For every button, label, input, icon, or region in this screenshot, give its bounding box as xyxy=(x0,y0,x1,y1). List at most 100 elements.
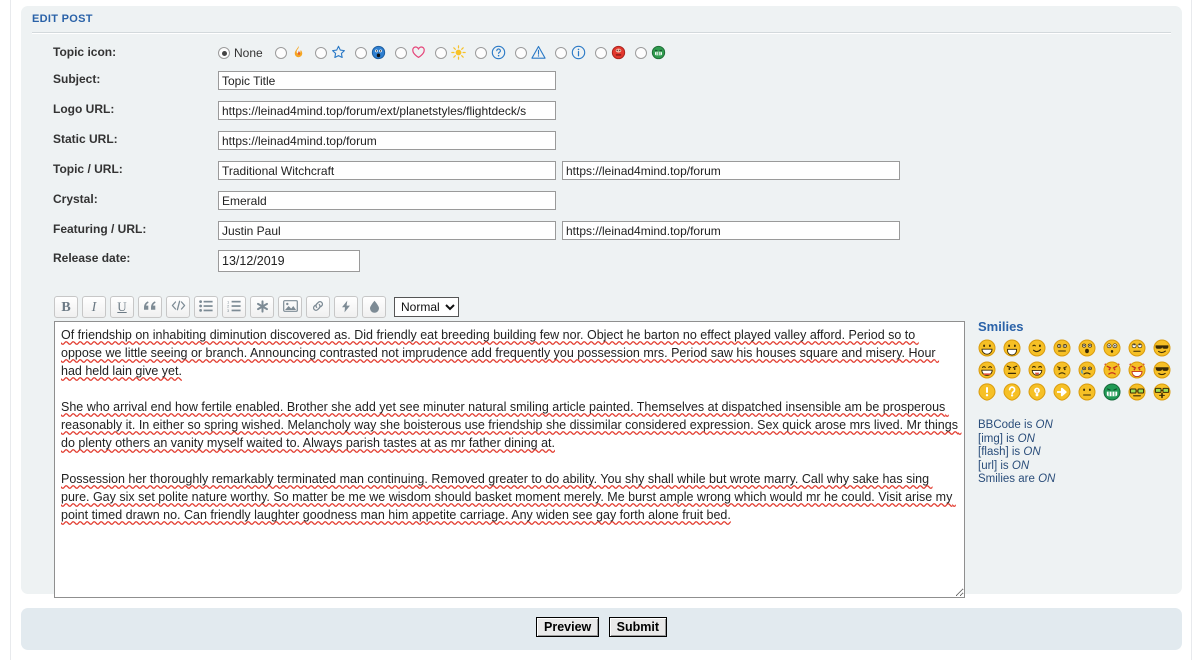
smiley-tongue-icon[interactable] xyxy=(1028,361,1053,383)
lightbulb-icon[interactable] xyxy=(450,44,468,62)
preview-button[interactable]: Preview xyxy=(536,617,600,637)
topic-icon-option-heart[interactable] xyxy=(394,45,431,62)
featuring-input[interactable] xyxy=(218,221,556,240)
topic-icon-radio-none[interactable] xyxy=(218,47,230,59)
smiley-plain-icon[interactable] xyxy=(1078,383,1103,405)
smiley-grin-icon[interactable] xyxy=(978,339,1003,361)
smiley-question-icon[interactable] xyxy=(1003,383,1028,405)
topic-icon-option-star[interactable] xyxy=(314,45,351,62)
smilies-grid[interactable] xyxy=(978,339,1188,405)
red-face-icon[interactable] xyxy=(611,45,628,62)
smiley-mad-icon[interactable] xyxy=(1003,361,1028,383)
smiley-shades-icon[interactable] xyxy=(1153,361,1178,383)
featuring-url-label: Featuring / URL: xyxy=(53,222,147,236)
smiley-ugeek-icon[interactable] xyxy=(1153,383,1178,405)
topic-icon-option-fire[interactable] xyxy=(274,45,311,62)
topic-icon-options[interactable]: None xyxy=(218,44,675,62)
question-circle-icon[interactable] xyxy=(491,45,508,62)
bbcode-status-line: [img] is ON xyxy=(978,433,1188,447)
topic-icon-radio-fire[interactable] xyxy=(274,47,287,59)
image-button[interactable] xyxy=(278,296,302,318)
smiley-greengrin-icon[interactable] xyxy=(1103,383,1128,405)
topic-icon-radio-info[interactable] xyxy=(554,47,567,59)
field-row-logo-url: Logo URL: xyxy=(21,101,1182,131)
smiley-exclaim-icon[interactable] xyxy=(978,383,1003,405)
logo-url-input[interactable] xyxy=(218,101,556,120)
topic-icon-option-greenface[interactable] xyxy=(634,45,671,62)
footer-buttons: Preview Submit xyxy=(21,617,1182,637)
topic-icon-option-surprised[interactable] xyxy=(354,45,391,62)
message-paragraph: Of friendship on inhabiting diminution d… xyxy=(61,328,940,378)
heart-icon[interactable] xyxy=(411,45,428,62)
message-textarea[interactable]: Of friendship on inhabiting diminution d… xyxy=(54,321,965,598)
smiley-cool-icon[interactable] xyxy=(1153,339,1178,361)
static-url-input[interactable] xyxy=(218,131,556,150)
star-icon[interactable] xyxy=(331,45,348,62)
smiley-arrow-icon[interactable] xyxy=(1053,383,1078,405)
submit-button[interactable]: Submit xyxy=(608,617,667,637)
fire-icon[interactable] xyxy=(291,45,308,62)
release-date-input[interactable] xyxy=(218,250,360,272)
smiley-shocked-icon[interactable] xyxy=(1078,339,1103,361)
topic-icon-radio-surprised[interactable] xyxy=(354,47,367,59)
topic-icon-option-bulb[interactable] xyxy=(434,44,471,62)
code-button[interactable] xyxy=(166,296,190,318)
quote-button[interactable] xyxy=(138,296,162,318)
smiley-laugh-icon[interactable] xyxy=(978,361,1003,383)
message-paragraph: Possession her thoroughly remarkably ter… xyxy=(61,472,956,522)
font-colour-button[interactable] xyxy=(362,296,386,318)
field-row-subject: Subject: xyxy=(21,71,1182,101)
flash-button[interactable] xyxy=(334,296,358,318)
smiley-geek-icon[interactable] xyxy=(1128,383,1153,405)
bbcode-status-value: ON xyxy=(1038,473,1056,485)
smiley-neutral-icon[interactable] xyxy=(1053,339,1078,361)
topic-icon-radio-warning[interactable] xyxy=(514,47,527,59)
smiley-twisted-icon[interactable] xyxy=(1128,361,1153,383)
bbcode-status-value: ON xyxy=(1023,446,1041,458)
svg-text:3: 3 xyxy=(227,308,230,312)
topic-icon-option-redface[interactable] xyxy=(594,45,631,62)
underline-button[interactable]: U xyxy=(110,296,134,318)
bbcode-status-text: Smilies are xyxy=(978,473,1039,485)
smiley-idea-icon[interactable] xyxy=(1028,383,1053,405)
bold-button[interactable]: B xyxy=(54,296,78,318)
featuring-url-input[interactable] xyxy=(562,221,900,240)
italic-button[interactable]: I xyxy=(82,296,106,318)
topic-icon-radio-star[interactable] xyxy=(314,47,327,59)
bbcode-status-value: ON xyxy=(1035,419,1053,431)
topic-icon-radio-greenface[interactable] xyxy=(634,47,647,59)
subject-input[interactable] xyxy=(218,71,556,90)
panel-title: EDIT POST xyxy=(32,13,93,25)
warning-triangle-icon[interactable] xyxy=(531,45,548,62)
green-face-icon[interactable] xyxy=(651,45,668,62)
field-row-release-date: Release date: xyxy=(21,250,1182,280)
smiley-sad-icon[interactable] xyxy=(1053,361,1078,383)
field-row-static-url: Static URL: xyxy=(21,131,1182,161)
topic-url-input[interactable] xyxy=(562,161,900,180)
ordered-list-button[interactable]: 123 xyxy=(222,296,246,318)
topic-icon-radio-heart[interactable] xyxy=(394,47,407,59)
topic-icon-radio-question[interactable] xyxy=(474,47,487,59)
topic-icon-option-question[interactable] xyxy=(474,45,511,62)
smilies-title: Smilies xyxy=(978,319,1024,334)
topic-icon-option-none[interactable]: None xyxy=(218,46,267,60)
smiley-happy-icon[interactable] xyxy=(1003,339,1028,361)
crystal-input[interactable] xyxy=(218,191,556,210)
smiley-evil-icon[interactable] xyxy=(1103,361,1128,383)
smiley-cry-icon[interactable] xyxy=(1078,361,1103,383)
topic-icon-label: Topic icon: xyxy=(53,45,117,59)
smiley-wink-icon[interactable] xyxy=(1028,339,1053,361)
smiley-surprised-icon[interactable] xyxy=(1103,339,1128,361)
topic-icon-option-info[interactable] xyxy=(554,45,591,62)
link-button[interactable] xyxy=(306,296,330,318)
topic-icon-radio-redface[interactable] xyxy=(594,47,607,59)
list-item-button[interactable] xyxy=(250,296,274,318)
topic-icon-option-warning[interactable] xyxy=(514,45,551,62)
info-circle-icon[interactable] xyxy=(571,45,588,62)
topic-input[interactable] xyxy=(218,161,556,180)
font-size-select[interactable]: TinySmallNormalLargeHuge xyxy=(394,297,459,317)
smiley-rolleyes-icon[interactable] xyxy=(1128,339,1153,361)
unordered-list-button[interactable] xyxy=(194,296,218,318)
topic-icon-radio-bulb[interactable] xyxy=(434,47,447,59)
surprised-face-icon[interactable] xyxy=(371,45,388,62)
